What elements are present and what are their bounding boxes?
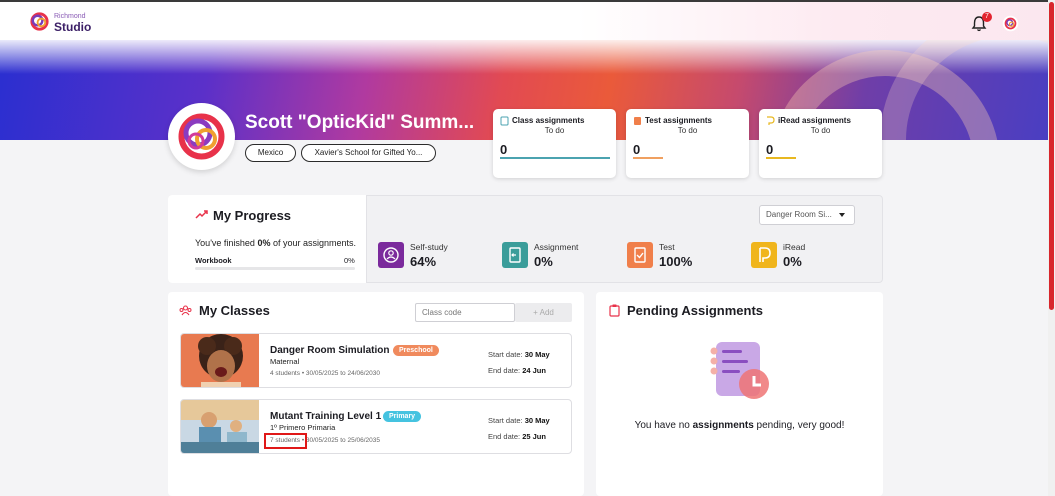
class-select-dropdown[interactable]: Danger Room Si... bbox=[759, 205, 855, 225]
class-image-child bbox=[181, 334, 259, 387]
class-date-range: • 30/05/2025 to 24/06/2030 bbox=[301, 370, 380, 377]
pending-title: Pending Assignments bbox=[627, 303, 764, 318]
richmond-studio-logo[interactable]: Richmond Studio bbox=[28, 10, 91, 33]
avatar-logo-icon bbox=[178, 113, 225, 160]
stat-value: 64% bbox=[410, 254, 437, 269]
class-level-badge: Primary bbox=[383, 411, 422, 422]
my-classes-title: My Classes bbox=[199, 303, 270, 318]
student-count-highlight bbox=[264, 433, 307, 449]
profile-avatar bbox=[168, 103, 235, 170]
stat-value: 0% bbox=[534, 254, 553, 269]
profile-name: Scott "OpticKid" Summ... bbox=[245, 112, 475, 133]
my-classes-panel bbox=[168, 292, 584, 496]
notification-badge: 7 bbox=[982, 12, 992, 22]
stat-value: 100% bbox=[659, 254, 693, 269]
empty-assignments-illustration bbox=[710, 342, 769, 399]
school-chip[interactable]: Xavier's School for Gifted Yo... bbox=[301, 144, 436, 162]
iread-assignments-card[interactable]: iRead assignments To do 0 bbox=[759, 109, 882, 178]
class-code-input[interactable] bbox=[415, 303, 515, 322]
card-value: 0 bbox=[500, 142, 508, 157]
test-assignments-card[interactable]: Test assignments To do 0 bbox=[626, 109, 749, 178]
class-image-classroom bbox=[181, 400, 259, 453]
class-date-range: • 30/05/2025 to 25/06/2035 bbox=[301, 437, 380, 444]
caret-down-icon bbox=[839, 213, 845, 217]
class-level-badge: Preschool bbox=[393, 345, 439, 356]
test-icon bbox=[627, 242, 653, 268]
scrollbar-thumb[interactable] bbox=[1049, 2, 1054, 310]
class-assignments-icon bbox=[500, 116, 509, 126]
stat-value: 0% bbox=[783, 254, 802, 269]
user-avatar-icon[interactable] bbox=[1002, 15, 1019, 32]
progress-summary-text: You've finished 0% of your assignments. bbox=[195, 238, 356, 248]
logo-icon bbox=[30, 12, 49, 31]
stat-label: Self-study bbox=[410, 242, 448, 252]
card-title: iRead assignments bbox=[778, 116, 851, 125]
card-underline bbox=[766, 157, 796, 159]
class-meta: 4 students • 30/05/2025 to 24/06/2030 bbox=[270, 370, 380, 377]
card-subtitle: To do bbox=[810, 126, 831, 135]
stat-label: Assignment bbox=[534, 242, 579, 252]
workbook-label: Workbook bbox=[195, 256, 232, 265]
card-subtitle: To do bbox=[544, 126, 565, 135]
class-name: Danger Room Simulation bbox=[270, 345, 390, 356]
card-title: Test assignments bbox=[645, 116, 712, 125]
card-title: Class assignments bbox=[512, 116, 585, 125]
assignment-icon bbox=[502, 242, 528, 268]
class-end-date: End date: 24 Jun bbox=[488, 366, 546, 375]
class-select-value: Danger Room Si... bbox=[766, 210, 832, 219]
card-underline bbox=[633, 157, 663, 159]
card-underline bbox=[500, 157, 610, 159]
clipboard-icon bbox=[609, 304, 620, 317]
test-assignments-icon bbox=[634, 117, 641, 125]
logo-big-text: Studio bbox=[54, 19, 92, 34]
iread-icon bbox=[751, 242, 777, 268]
progress-title: My Progress bbox=[213, 208, 292, 223]
card-value: 0 bbox=[766, 142, 774, 157]
class-end-date: End date: 25 Jun bbox=[488, 432, 546, 441]
workbook-value: 0% bbox=[344, 256, 355, 265]
self-study-icon bbox=[378, 242, 404, 268]
class-card[interactable]: Mutant Training Level 1 Primary 1º Prime… bbox=[180, 399, 572, 454]
card-value: 0 bbox=[633, 142, 641, 157]
card-subtitle: To do bbox=[677, 126, 698, 135]
class-start-date: Start date: 30 May bbox=[488, 350, 550, 359]
trending-up-icon bbox=[195, 210, 208, 219]
people-icon bbox=[179, 305, 192, 316]
stat-label: iRead bbox=[783, 242, 806, 252]
stat-label: Test bbox=[659, 242, 675, 252]
class-name: Mutant Training Level 1 bbox=[270, 411, 382, 422]
top-bar: Richmond Studio 7 bbox=[0, 0, 1048, 40]
country-chip[interactable]: Mexico bbox=[245, 144, 296, 162]
iread-assignments-icon bbox=[767, 116, 775, 125]
class-start-date: Start date: 30 May bbox=[488, 416, 550, 425]
class-grade: 1º Primero Primaria bbox=[270, 423, 336, 432]
class-grade: Maternal bbox=[270, 357, 300, 366]
workbook-progress-bar bbox=[195, 267, 355, 270]
class-assignments-card[interactable]: Class assignments To do 0 bbox=[493, 109, 616, 178]
class-card[interactable]: Danger Room Simulation Preschool Materna… bbox=[180, 333, 572, 388]
student-count: 4 students bbox=[270, 370, 300, 377]
add-class-button[interactable]: + Add bbox=[515, 303, 572, 322]
no-pending-message: You have no assignments pending, very go… bbox=[634, 420, 845, 431]
